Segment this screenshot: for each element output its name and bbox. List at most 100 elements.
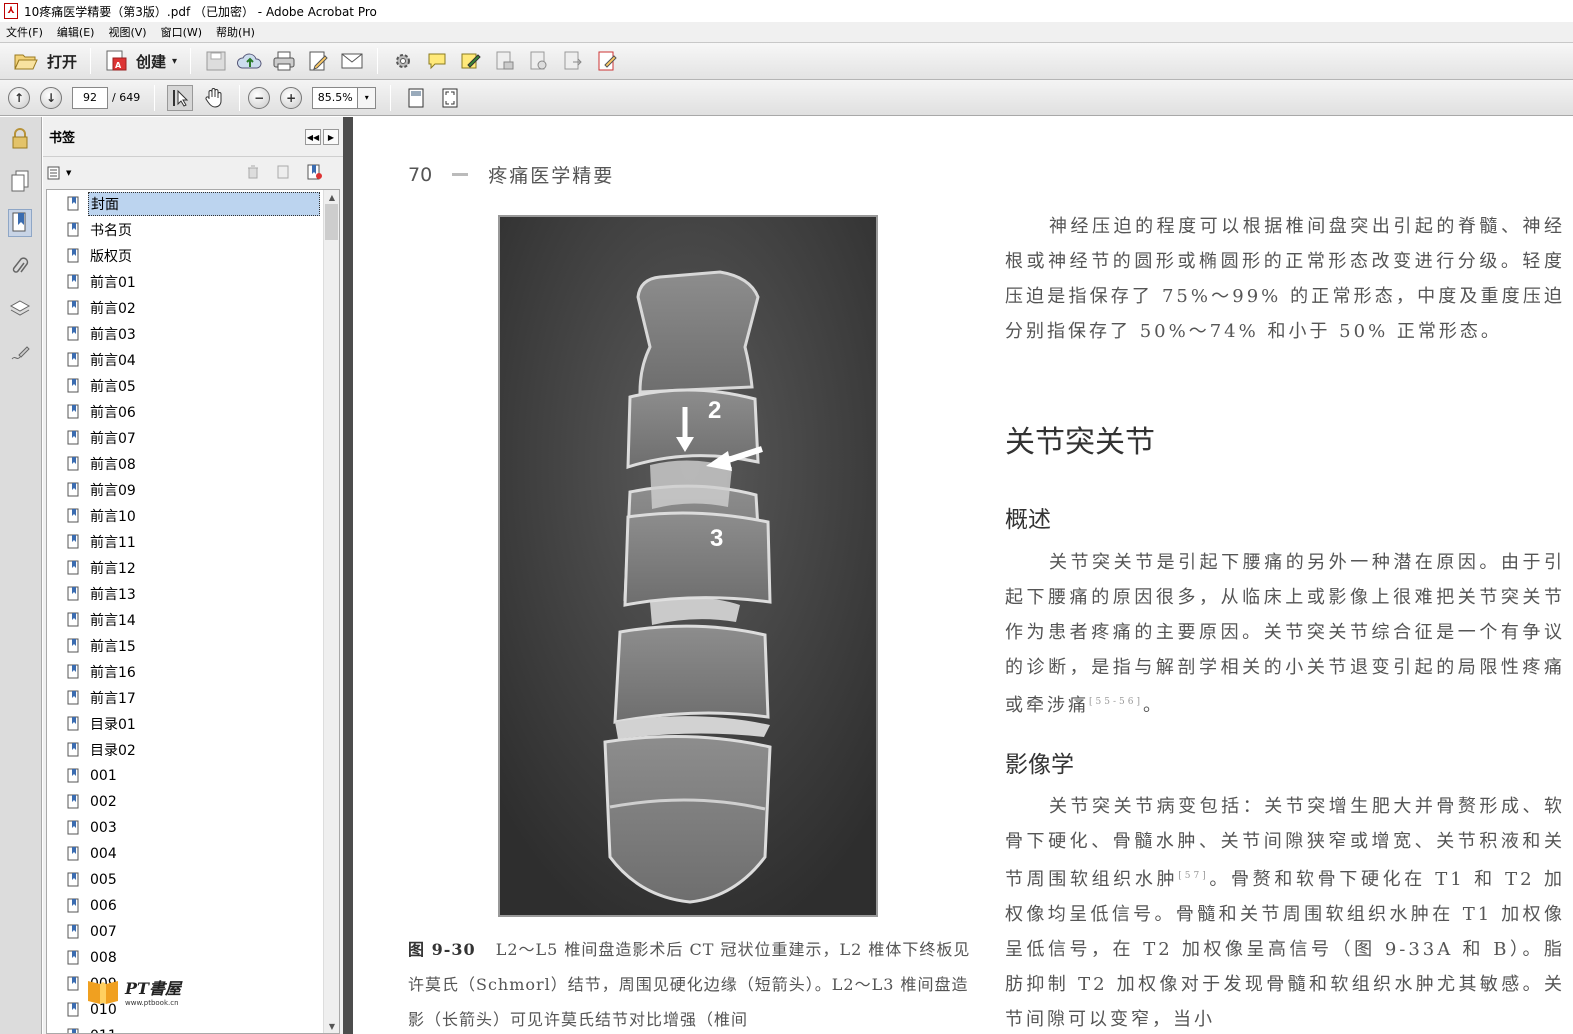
bookmarks-header: 书签 ◀◀ ▶ [43, 117, 343, 157]
comment-button[interactable] [424, 48, 450, 74]
heading-facet-joint: 关节突关节 [1005, 425, 1155, 460]
doc-tools-button[interactable] [526, 48, 552, 74]
navigation-pane-rail [0, 117, 42, 1034]
select-tool-button[interactable] [167, 84, 194, 111]
bookmark-item[interactable]: 前言11 [67, 530, 321, 554]
secure-doc-button[interactable] [492, 48, 518, 74]
bookmark-item[interactable]: 前言16 [67, 660, 321, 684]
bookmark-item[interactable]: 前言05 [67, 374, 321, 398]
delete-bookmark-button[interactable] [245, 164, 261, 183]
bookmark-page-icon [67, 404, 81, 420]
bookmark-item[interactable]: 前言17 [67, 686, 321, 710]
bookmark-item[interactable]: 007 [67, 920, 321, 944]
bookmark-item[interactable]: 前言02 [67, 296, 321, 320]
scroll-up-icon[interactable]: ▲ [324, 190, 339, 204]
create-label: 创建 [136, 52, 167, 71]
form-button[interactable] [594, 48, 620, 74]
bookmark-item[interactable]: 封面 [67, 192, 321, 216]
bookmark-item[interactable]: 前言03 [67, 322, 321, 346]
bookmark-item[interactable]: 005 [67, 868, 321, 892]
book-logo-icon [88, 981, 118, 1004]
bookmark-item[interactable]: 前言06 [67, 400, 321, 424]
email-button[interactable] [339, 48, 365, 74]
print-button[interactable] [271, 48, 297, 74]
menu-help[interactable]: 帮助(H) [216, 24, 255, 40]
overview-end: 。 [1142, 695, 1164, 716]
attachments-panel-button[interactable] [8, 253, 32, 281]
bookmark-page-icon [67, 950, 81, 966]
fit-page-button[interactable] [403, 85, 429, 111]
bookmark-item[interactable]: 002 [67, 790, 321, 814]
new-bookmark-button[interactable] [275, 164, 291, 183]
pages-panel-button[interactable] [8, 167, 32, 195]
menu-view[interactable]: 视图(V) [108, 24, 146, 40]
document-view[interactable]: 70 疼痛医学精要 2 3 图 9-30 L2～L5 椎间盘造影术后 CT 冠状… [353, 117, 1573, 1034]
save-button[interactable] [203, 48, 229, 74]
bookmark-page-icon [67, 976, 81, 992]
bookmark-item[interactable]: 前言07 [67, 426, 321, 450]
sign-button[interactable] [458, 48, 484, 74]
edit-button[interactable] [305, 48, 331, 74]
pane-splitter[interactable] [343, 117, 353, 1034]
page-number-input[interactable]: 92 [72, 86, 108, 109]
bookmark-options-button[interactable]: ▼ [47, 166, 71, 180]
bookmark-item[interactable]: 003 [67, 816, 321, 840]
bookmark-item[interactable]: 前言14 [67, 608, 321, 632]
zoom-in-button[interactable]: + [280, 86, 303, 109]
bookmark-item[interactable]: 前言10 [67, 504, 321, 528]
bookmark-page-icon [67, 820, 81, 836]
bookmark-item[interactable]: 008 [67, 946, 321, 970]
next-page-button[interactable]: ↓ [40, 86, 62, 109]
bookmark-page-icon [67, 196, 81, 212]
bookmark-item[interactable]: 前言13 [67, 582, 321, 606]
scrollbar-thumb[interactable] [325, 204, 338, 240]
export-button[interactable] [560, 48, 586, 74]
scroll-down-icon[interactable]: ▼ [324, 1019, 339, 1033]
bookmarks-scrollbar[interactable]: ▲ ▼ [323, 190, 339, 1033]
create-button[interactable]: A 创建 ▾ [99, 46, 182, 76]
bookmark-item[interactable]: 前言09 [67, 478, 321, 502]
bookmark-item[interactable]: 006 [67, 894, 321, 918]
upload-button[interactable] [237, 48, 263, 74]
paragraph-overview: 关节突关节是引起下腰痛的另外一种潜在原因。由于引起下腰痛的原因很多，从临床上或影… [1005, 545, 1565, 723]
layers-panel-button[interactable] [8, 295, 32, 323]
zoom-dropdown[interactable]: ▾ [358, 86, 377, 109]
bookmark-item[interactable]: 前言08 [67, 452, 321, 476]
bookmark-item[interactable]: 004 [67, 842, 321, 866]
security-panel-button[interactable] [8, 125, 32, 153]
bookmark-properties-button[interactable] [305, 163, 323, 184]
menu-edit[interactable]: 编辑(E) [57, 24, 95, 40]
open-button[interactable]: 打开 [8, 46, 82, 76]
bookmark-item[interactable]: 前言12 [67, 556, 321, 580]
panel-options-button[interactable]: ▶ [323, 129, 339, 145]
bookmark-item[interactable]: 目录01 [67, 712, 321, 736]
collapse-panel-button[interactable]: ◀◀ [305, 129, 321, 145]
minus-icon: − [254, 90, 265, 105]
zoom-out-button[interactable]: − [248, 86, 271, 109]
bookmark-page-icon [67, 248, 81, 264]
bookmark-item[interactable]: 前言04 [67, 348, 321, 372]
bookmark-item[interactable]: 前言15 [67, 634, 321, 658]
bookmark-item[interactable]: 前言01 [67, 270, 321, 294]
bookmark-page-icon [67, 638, 81, 654]
zoom-level-input[interactable]: 85.5% [312, 86, 359, 109]
bookmark-item[interactable]: 书名页 [67, 218, 321, 242]
bookmark-item[interactable]: 001 [67, 764, 321, 788]
chevron-down-icon: ▾ [364, 93, 369, 102]
bookmarks-list[interactable]: ▲ ▼ 封面 书名页 版权页 前言01 前言02 前言03 前言04 前言05 前言06 前言07… [46, 189, 340, 1034]
settings-button[interactable] [390, 48, 416, 74]
full-screen-button[interactable] [437, 85, 463, 111]
signatures-panel-button[interactable] [8, 339, 32, 367]
bookmark-item[interactable]: 目录02 [67, 738, 321, 762]
menu-window[interactable]: 窗口(W) [161, 24, 202, 40]
bookmark-item[interactable]: 011 [67, 1024, 321, 1033]
edit-document-icon [309, 51, 328, 71]
bookmark-label: 前言11 [90, 535, 136, 551]
bookmark-label: 前言16 [90, 665, 136, 681]
bookmark-item[interactable]: 版权页 [67, 244, 321, 268]
bookmarks-panel-button[interactable] [8, 209, 32, 237]
menu-file[interactable]: 文件(F) [6, 24, 43, 40]
hand-tool-button[interactable] [201, 85, 227, 111]
signature-pen-icon [11, 346, 30, 360]
prev-page-button[interactable]: ↑ [8, 86, 30, 109]
